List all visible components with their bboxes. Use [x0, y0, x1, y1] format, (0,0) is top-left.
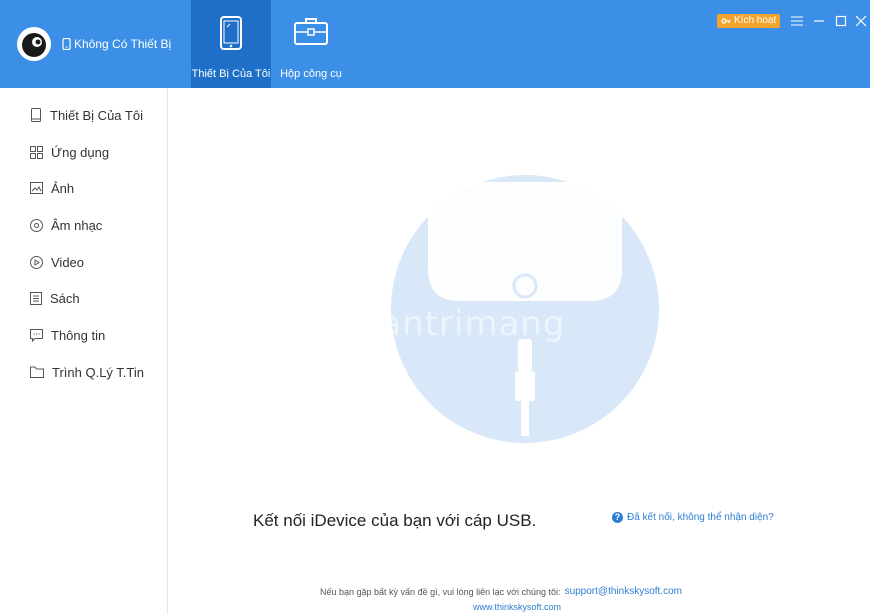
activate-button[interactable]: Kích hoạt	[717, 14, 781, 28]
folder-icon	[30, 366, 44, 378]
website-link[interactable]: www.thinkskysoft.com	[473, 602, 561, 612]
sidebar-item-music[interactable]: Âm nhạc	[30, 215, 102, 235]
watermark: Quantrimang	[330, 304, 566, 344]
help-link[interactable]: ? Đã kết nối, không thể nhận diện?	[612, 512, 774, 523]
device-status: Không Có Thiết Bị	[62, 37, 171, 51]
photo-icon	[30, 182, 43, 194]
minimize-icon[interactable]	[810, 12, 828, 30]
sidebar-item-apps[interactable]: Ứng dụng	[30, 142, 109, 162]
question-icon: ?	[612, 512, 623, 523]
book-icon	[30, 291, 42, 305]
key-icon	[721, 18, 731, 24]
sidebar-item-label: Video	[51, 254, 85, 270]
sidebar-item-label: Âm nhạc	[51, 217, 103, 233]
tab-my-device[interactable]: Thiết Bị Của Tôi	[191, 0, 271, 88]
tablet-icon	[220, 16, 242, 50]
sidebar-item-label: Ảnh	[51, 180, 75, 196]
message-icon	[30, 328, 43, 342]
main-content: Quantrimang Kết nối iDevice của bạn với …	[168, 88, 870, 614]
tab-toolbox[interactable]: Hộp công cụ	[271, 0, 351, 88]
toolbox-icon	[294, 18, 328, 45]
tab-toolbox-label: Hộp công cụ	[280, 68, 342, 80]
activate-label: Kích hoạt	[734, 15, 777, 26]
apps-icon	[30, 145, 43, 159]
sidebar-item-label: Thiết Bị Của Tôi	[50, 107, 143, 123]
app-logo-icon	[17, 27, 51, 61]
device-status-label: Không Có Thiết Bị	[74, 37, 172, 51]
sidebar-item-video[interactable]: Video	[30, 252, 84, 272]
music-icon	[30, 218, 43, 232]
sidebar-item-label: Ứng dụng	[51, 144, 110, 160]
close-icon[interactable]	[852, 12, 870, 30]
help-link-label: Đã kết nối, không thể nhận diện?	[627, 512, 774, 523]
sidebar-item-label: Trình Q.Lý T.Tin	[52, 364, 144, 380]
menu-icon[interactable]	[788, 12, 806, 30]
sidebar-item-books[interactable]: Sách	[30, 288, 80, 308]
sidebar-item-messages[interactable]: Thông tin	[30, 325, 105, 345]
tab-my-device-label: Thiết Bị Của Tôi	[191, 68, 271, 80]
contact-line: Nếu bạn gặp bất kỳ vấn đề gì, vui lòng l…	[320, 586, 682, 597]
sidebar-item-photos[interactable]: Ảnh	[30, 178, 74, 198]
sidebar-item-my-device[interactable]: Thiết Bị Của Tôi	[30, 105, 143, 125]
phone-icon	[62, 38, 71, 50]
contact-text: Nếu bạn gặp bất kỳ vấn đề gì, vui lòng l…	[320, 586, 561, 597]
device-icon	[31, 108, 41, 122]
connect-message: Kết nối iDevice của bạn với cáp USB.	[253, 511, 537, 530]
sidebar: Thiết Bị Của Tôi Ứng dụng Ảnh Âm nhạc Vi…	[0, 88, 168, 614]
maximize-icon[interactable]	[832, 12, 850, 30]
title-bar: Không Có Thiết Bị Thiết Bị Của Tôi Hộp c…	[0, 0, 870, 88]
sidebar-item-file-manager[interactable]: Trình Q.Lý T.Tin	[30, 362, 144, 382]
video-icon	[30, 255, 43, 269]
sidebar-item-label: Thông tin	[51, 327, 106, 343]
sidebar-item-label: Sách	[50, 290, 80, 306]
support-email-link[interactable]: support@thinkskysoft.com	[565, 586, 682, 597]
